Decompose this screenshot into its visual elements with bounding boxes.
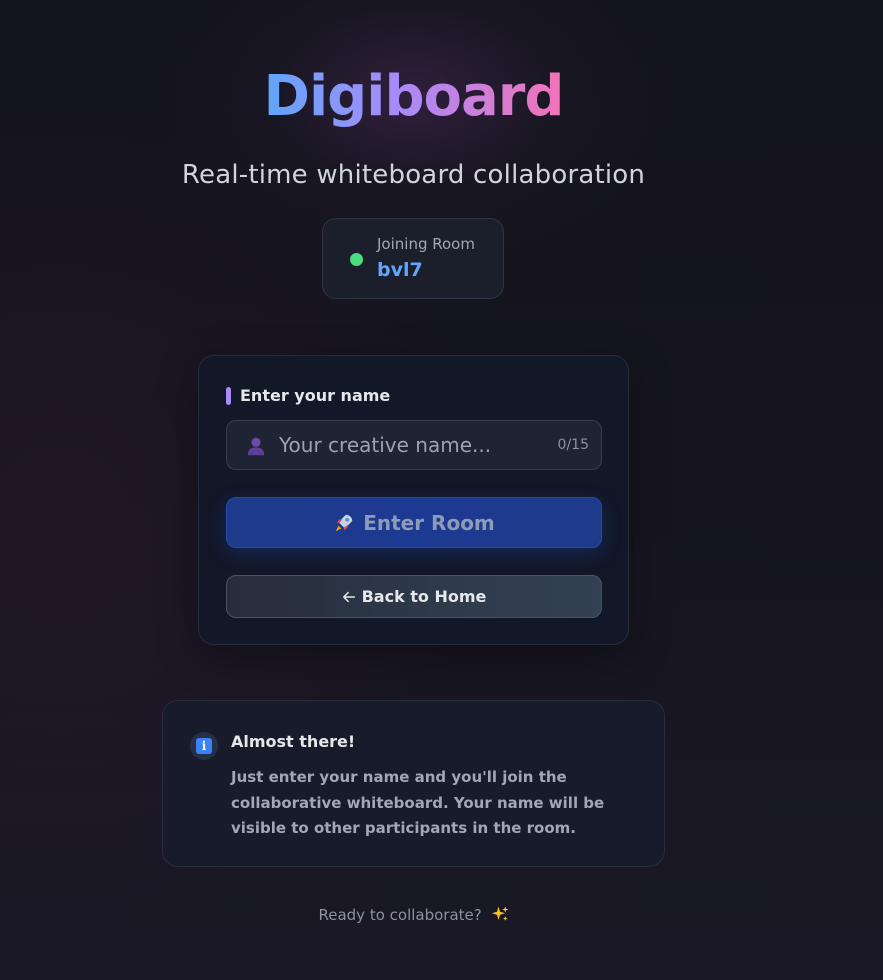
footer-text: Ready to collaborate? [318,906,482,924]
footer-tagline: Ready to collaborate? [0,905,827,924]
info-title: Almost there! [231,732,356,751]
user-icon [247,437,265,456]
room-status-dot [350,253,363,266]
info-body: Just enter your name and you'll join the… [231,768,605,837]
app-subtitle: Real-time whiteboard collaboration [181,160,646,190]
enter-room-button[interactable]: Enter Room [226,497,602,548]
name-input[interactable] [279,421,549,469]
app-title-text: Digiboard [263,64,564,129]
name-input-box[interactable]: 0/15 [226,420,602,470]
room-badge: Joining Room bvl7 [322,218,504,299]
rocket-icon [335,514,353,531]
app-title: Digiboard [0,62,827,132]
info-card: i Almost there! Just enter your name and… [162,700,665,867]
sparkles-icon [491,906,508,921]
enter-room-label: Enter Room [363,510,495,535]
back-home-button[interactable]: Back to Home [226,575,602,618]
room-code: bvl7 [377,259,423,281]
name-field-label: Enter your name [240,386,391,405]
char-counter: 0/15 [557,437,589,453]
join-form-card: Enter your name 0/15 Enter Room Back to … [198,355,629,645]
arrow-left-icon [342,591,355,602]
info-icon-glyph: i [196,738,212,754]
label-accent-bar [226,387,231,405]
room-label: Joining Room [377,235,475,253]
info-icon: i [190,732,218,760]
back-home-label: Back to Home [361,587,487,606]
